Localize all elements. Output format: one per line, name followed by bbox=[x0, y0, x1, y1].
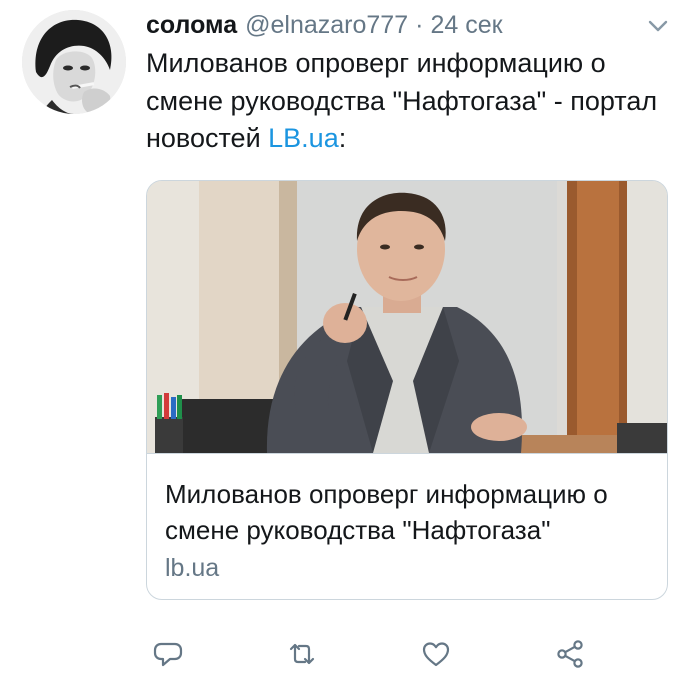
tweet-header: солома @elnazaro777 · 24 сек bbox=[146, 9, 503, 41]
tweet-link[interactable]: LB.ua bbox=[268, 123, 339, 153]
tweet-text-suffix: : bbox=[338, 123, 347, 153]
chevron-down-icon bbox=[648, 20, 668, 32]
more-options-button[interactable] bbox=[646, 14, 670, 38]
reply-button[interactable] bbox=[148, 634, 188, 674]
link-preview-card[interactable]: Милованов опроверг информацию о смене ру… bbox=[146, 180, 668, 600]
tweet-actions bbox=[146, 634, 606, 674]
tweet-text-body: Милованов опроверг информацию о смене ру… bbox=[146, 48, 658, 153]
separator-dot: · bbox=[415, 11, 424, 39]
avatar[interactable] bbox=[22, 10, 126, 114]
card-body[interactable]: Милованов опроверг информацию о смене ру… bbox=[147, 453, 667, 599]
display-name[interactable]: солома bbox=[146, 9, 237, 41]
retweet-button[interactable] bbox=[282, 634, 322, 674]
like-button[interactable] bbox=[416, 634, 456, 674]
share-button[interactable] bbox=[550, 634, 590, 674]
card-image[interactable] bbox=[147, 181, 667, 453]
heart-icon bbox=[422, 642, 450, 667]
user-handle[interactable]: @elnazaro777 bbox=[245, 9, 408, 41]
tweet-timestamp[interactable]: 24 сек bbox=[430, 9, 502, 41]
share-icon bbox=[557, 640, 583, 668]
tweet[interactable]: солома @elnazaro777 · 24 сек Милованов о… bbox=[0, 0, 692, 685]
avatar-image bbox=[22, 10, 126, 114]
reply-icon bbox=[153, 642, 183, 667]
tweet-text: Милованов опроверг информацию о смене ру… bbox=[146, 45, 666, 158]
card-title[interactable]: Милованов опроверг информацию о смене ру… bbox=[165, 476, 655, 548]
card-photo bbox=[147, 181, 667, 453]
card-domain[interactable]: lb.ua bbox=[165, 552, 219, 584]
retweet-icon bbox=[289, 643, 315, 665]
